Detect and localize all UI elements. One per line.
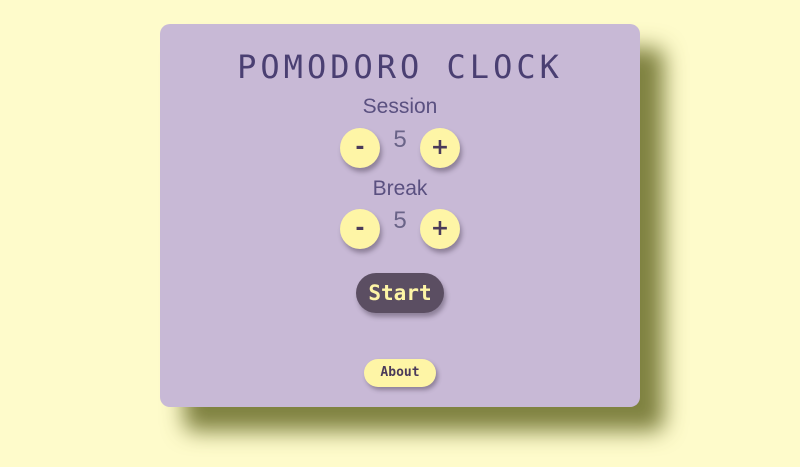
break-length-value: 5	[393, 207, 407, 234]
start-button[interactable]: Start	[356, 273, 444, 313]
session-length-value: 5	[393, 126, 407, 153]
pomodoro-card: POMODORO CLOCK Session - 5 + Break - 5 +…	[160, 24, 640, 407]
session-decrement-button[interactable]: -	[340, 128, 380, 168]
break-label: Break	[372, 177, 428, 200]
break-increment-button[interactable]: +	[420, 209, 460, 249]
session-increment-button[interactable]: +	[420, 128, 460, 168]
break-decrement-button[interactable]: -	[340, 209, 380, 249]
about-button[interactable]: About	[364, 359, 436, 387]
app-title: POMODORO CLOCK	[237, 48, 563, 86]
session-label: Session	[362, 95, 438, 118]
